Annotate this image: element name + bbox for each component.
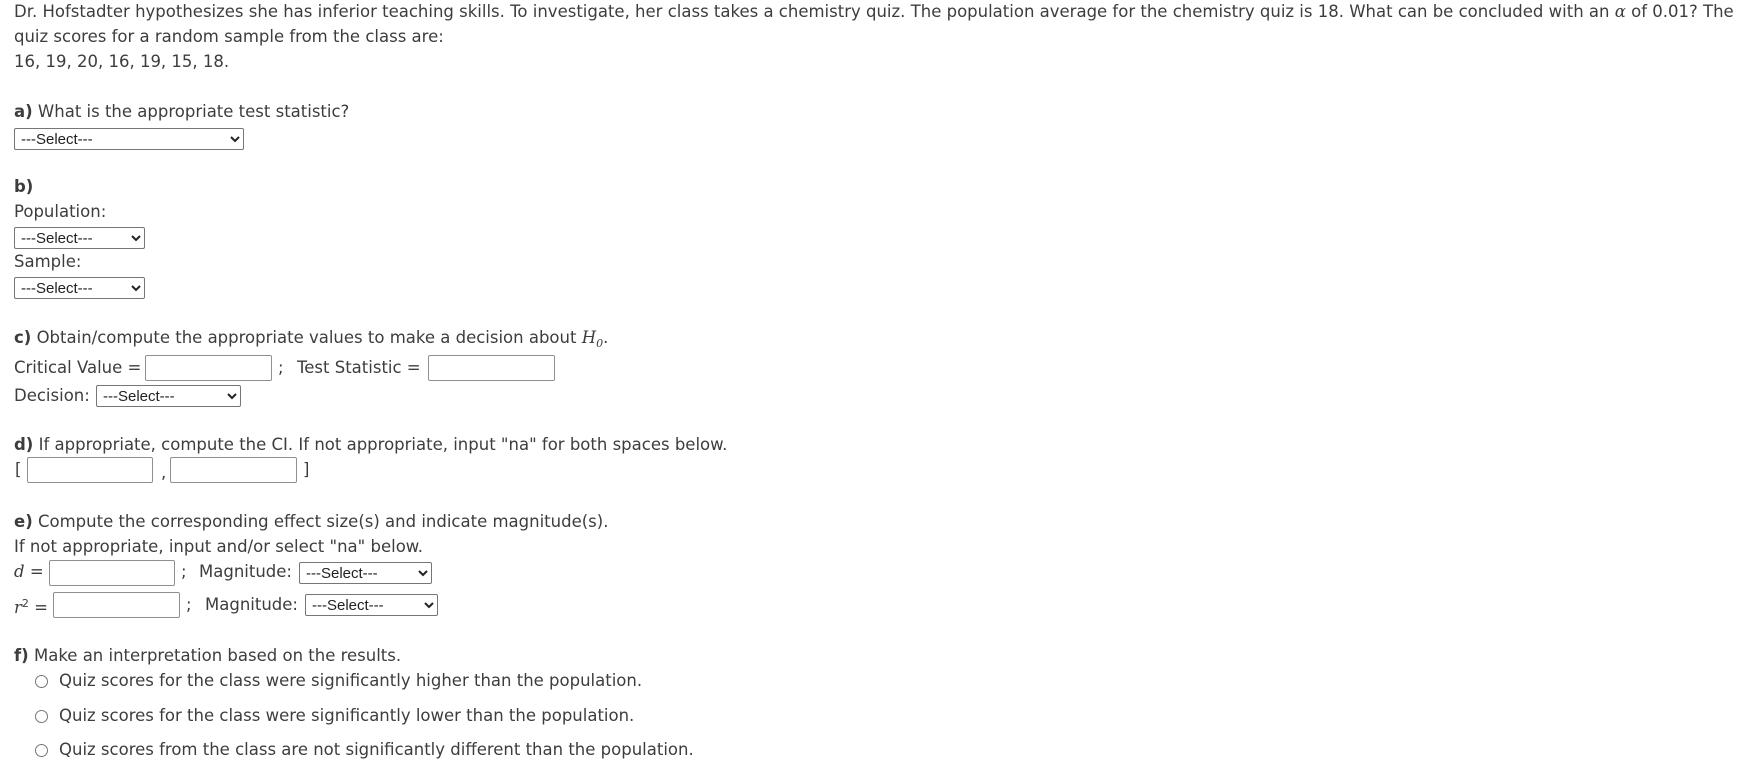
close-bracket: ] [303,460,310,479]
separator: ; [278,358,284,377]
separator: ; [186,595,192,614]
d-symbol: d [14,562,25,581]
part-c-question: Obtain/compute the appropriate values to… [31,328,582,347]
cohens-d-input[interactable] [49,560,175,586]
part-c-heading: c) Obtain/compute the appropriate values… [14,326,608,356]
problem-line-2: quiz scores for a random sample from the… [14,27,444,46]
r2-magnitude-select[interactable]: ---Select--- [305,594,438,616]
option-label[interactable]: Quiz scores from the class are not signi… [59,738,694,762]
part-e-question: Compute the corresponding effect size(s)… [32,512,609,531]
open-bracket: [ [15,460,22,479]
part-e-heading: e) Compute the corresponding effect size… [14,510,608,534]
part-e-label: e) [14,512,33,531]
d-magnitude-select[interactable]: ---Select--- [299,562,432,584]
r2-magnitude-label: Magnitude: [205,595,298,614]
alpha-symbol: α [1614,2,1626,21]
period: . [603,328,609,347]
test-statistic-input[interactable] [428,355,555,381]
ci-upper-input[interactable] [170,457,297,483]
d-label: d = [14,560,44,584]
h-null-symbol: H [581,328,597,347]
part-d-heading: d) If appropriate, compute the CI. If no… [14,433,727,457]
part-f-question: Make an interpretation based on the resu… [28,646,402,665]
part-a-label: a) [14,102,33,121]
part-b-label: b) [14,177,34,196]
decision-select[interactable]: ---Select--- [96,385,241,407]
radio-button[interactable] [35,675,48,688]
population-select[interactable]: ---Select--- [14,227,145,249]
d-magnitude-label: Magnitude: [199,562,292,581]
critical-value-input[interactable] [145,355,272,381]
option-label[interactable]: Quiz scores for the class were significa… [59,669,642,693]
test-statistic-select[interactable]: ---Select--- [14,128,244,150]
r-squared-input[interactable] [53,592,180,618]
part-f-label: f) [14,646,29,665]
ci-lower-input[interactable] [27,457,153,483]
r-squared-label: r2 = [14,592,48,620]
part-d-label: d) [14,435,34,454]
separator: ; [181,562,187,581]
decision-label: Decision: [14,386,90,405]
sample-label: Sample: [14,252,82,271]
population-label: Population: [14,202,107,221]
option-label[interactable]: Quiz scores for the class were significa… [59,704,634,728]
ci-comma: , [161,463,167,482]
equals-sign: = [29,562,44,581]
r-superscript: 2 [21,597,29,610]
part-a-heading: a) What is the appropriate test statisti… [14,100,349,124]
equals-sign: = [34,598,48,617]
r-symbol: r [14,598,22,617]
radio-button[interactable] [35,710,48,723]
problem-line-1: Dr. Hofstadter hypothesizes she has infe… [14,0,1734,24]
sample-select[interactable]: ---Select--- [14,277,145,299]
part-c-label: c) [14,328,32,347]
problem-text-end: of 0.01? The [1625,2,1734,21]
quiz-scores: 16, 19, 20, 16, 19, 15, 18. [14,52,230,71]
part-f-heading: f) Make an interpretation based on the r… [14,644,401,668]
part-e-instruction: If not appropriate, input and/or select … [14,537,424,556]
critical-value-label: Critical Value = [14,358,142,377]
part-a-question: What is the appropriate test statistic? [32,102,350,121]
problem-text: Dr. Hofstadter hypothesizes she has infe… [14,2,1615,21]
radio-button[interactable] [35,744,48,757]
part-d-question: If appropriate, compute the CI. If not a… [33,435,728,454]
test-statistic-label: Test Statistic = [297,358,421,377]
